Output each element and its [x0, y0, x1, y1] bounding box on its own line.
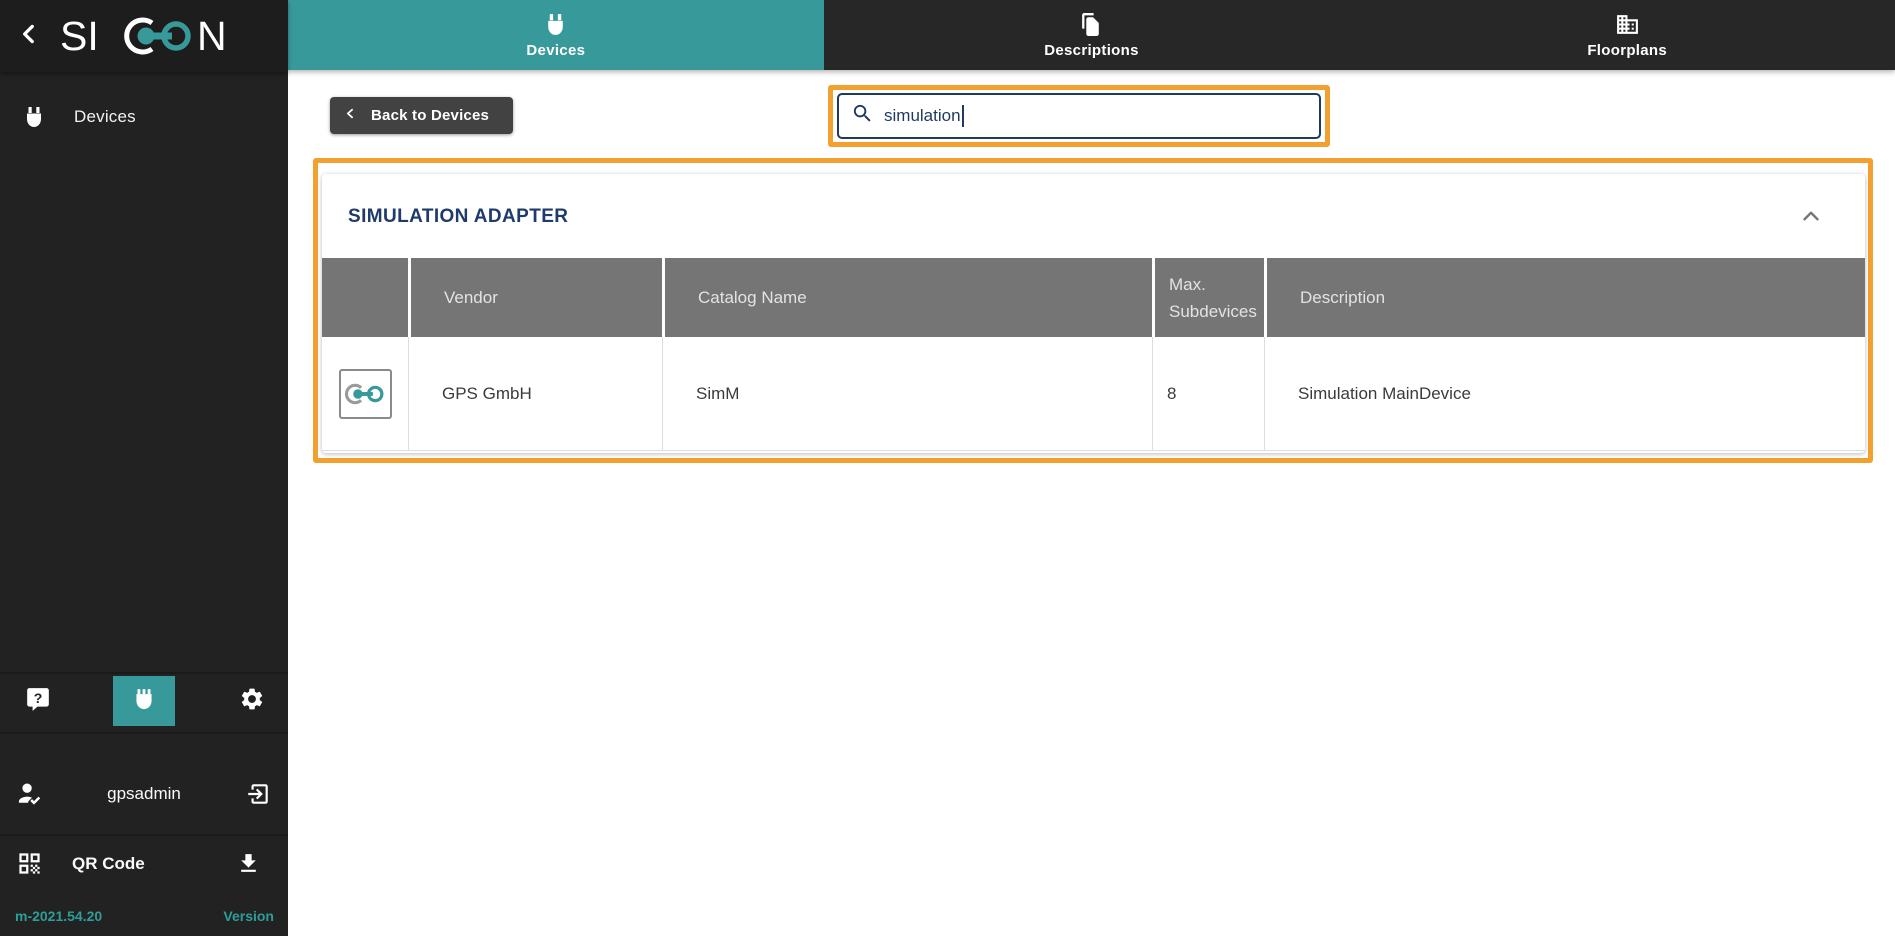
top-tab-bar: Devices Descriptions Floorplans [288, 0, 1895, 70]
tab-floorplans[interactable]: Floorplans [1359, 0, 1895, 70]
simulation-adapter-card: SIMULATION ADAPTER Vendor Catalog Name M… [322, 174, 1865, 453]
qr-code-icon [16, 850, 44, 878]
sidebar-header: SI N [0, 0, 288, 72]
gear-icon [239, 686, 265, 717]
help-button[interactable]: ? [18, 676, 58, 726]
main-content: Back to Devices simulation SIMULATION AD… [288, 70, 1895, 936]
column-header-vendor: Vendor [408, 258, 662, 337]
version-value: m-2021.54.20 [15, 908, 102, 924]
logout-button[interactable] [245, 781, 271, 807]
text-cursor [962, 105, 964, 127]
sidebar-item-devices[interactable]: Devices [0, 94, 288, 140]
back-to-devices-button[interactable]: Back to Devices [330, 97, 513, 134]
user-row: gpsadmin [0, 770, 288, 818]
card-title: SIMULATION ADAPTER [348, 206, 568, 228]
sicon-logo: SI N [60, 12, 242, 60]
collapse-sidebar-button[interactable] [6, 13, 52, 59]
catalog-name-cell: SimM [662, 337, 1152, 451]
download-qr-button[interactable] [236, 851, 262, 877]
logout-icon [245, 781, 271, 807]
version-row: m-2021.54.20 Version [0, 902, 288, 936]
adapter-table-header: Vendor Catalog Name Max. Subdevices Desc… [322, 258, 1865, 337]
chevron-up-icon [1798, 203, 1824, 229]
divider [0, 834, 288, 836]
adapter-icon-cell [322, 337, 408, 451]
devices-panel-button[interactable] [113, 676, 175, 726]
sidebar-item-label: Devices [74, 107, 136, 127]
plug-icon [131, 686, 157, 717]
plug-icon [22, 105, 46, 129]
qr-code-label: QR Code [72, 854, 145, 874]
column-header-max-subdevices: Max. Subdevices [1152, 258, 1264, 337]
search-highlight-box: simulation [828, 85, 1330, 147]
divider [0, 672, 288, 674]
adapter-logo-icon [339, 369, 392, 419]
column-header-catalog-name: Catalog Name [662, 258, 1152, 337]
app-window: SI N Devices [0, 0, 1895, 936]
help-icon: ? [25, 686, 51, 717]
card-header: SIMULATION ADAPTER [322, 174, 1865, 258]
tab-descriptions[interactable]: Descriptions [824, 0, 1360, 70]
search-input[interactable]: simulation [837, 93, 1321, 139]
search-icon [851, 102, 874, 130]
collapse-card-button[interactable] [1797, 202, 1825, 230]
divider [0, 732, 288, 734]
logo-suffix: N [197, 13, 227, 59]
documents-copy-icon [1079, 12, 1104, 37]
max-subdevices-cell: 8 [1152, 337, 1264, 451]
column-header-description: Description [1264, 258, 1865, 337]
tab-devices[interactable]: Devices [288, 0, 824, 70]
column-header-icon [322, 258, 408, 337]
svg-text:?: ? [34, 689, 43, 705]
chevron-left-icon [16, 21, 42, 52]
logo-prefix: SI [60, 13, 99, 59]
search-input-value: simulation [884, 106, 961, 126]
chevron-left-icon [344, 107, 357, 124]
version-label: Version [223, 908, 274, 924]
table-row[interactable]: GPS GmbH SimM 8 Simulation MainDevice [322, 337, 1865, 451]
building-icon [1615, 12, 1640, 37]
qr-code-row: QR Code [0, 840, 288, 888]
settings-button[interactable] [230, 676, 274, 726]
vendor-cell: GPS GmbH [408, 337, 662, 451]
sidebar: SI N Devices [0, 0, 288, 936]
description-cell: Simulation MainDevice [1264, 337, 1865, 451]
download-icon [236, 851, 261, 876]
sidebar-icon-row: ? [0, 676, 288, 726]
plug-icon [543, 12, 568, 37]
